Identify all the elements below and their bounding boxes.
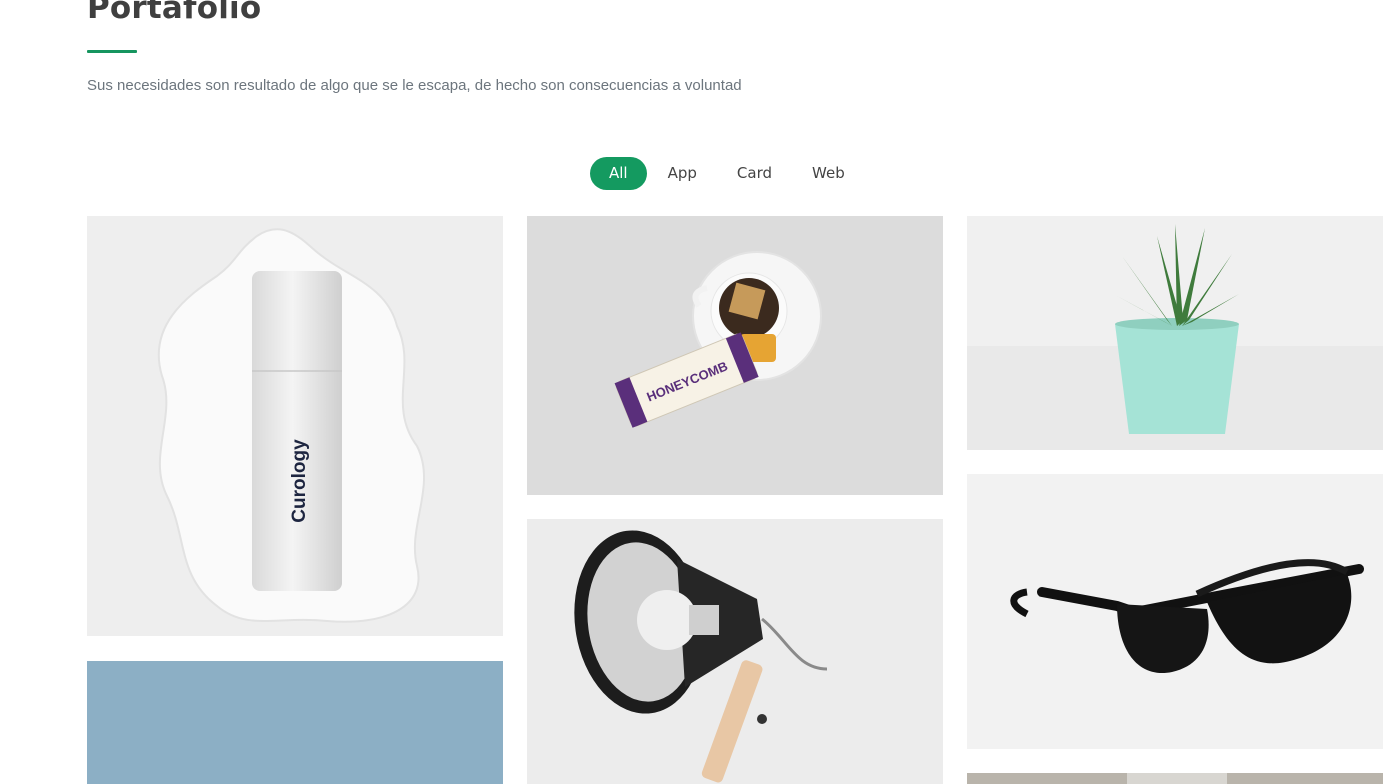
title-underline bbox=[87, 50, 137, 53]
curology-logo: Curology bbox=[289, 439, 310, 523]
portfolio-item-blue-backdrop[interactable] bbox=[87, 661, 503, 784]
section-title: Portafolio bbox=[87, 0, 262, 26]
tea-cup-image: HONEYCOMB bbox=[527, 216, 943, 495]
portfolio-filters: All App Card Web bbox=[590, 157, 866, 190]
filter-card[interactable]: Card bbox=[718, 157, 791, 190]
portfolio-item-partial-photo[interactable] bbox=[967, 773, 1383, 784]
portfolio-item-tea-cup-honeycomb[interactable]: HONEYCOMB bbox=[527, 216, 943, 495]
blue-backdrop-image bbox=[87, 661, 503, 784]
partial-photo-image bbox=[967, 773, 1383, 784]
filter-web[interactable]: Web bbox=[793, 157, 864, 190]
portfolio-item-potted-succulent[interactable] bbox=[967, 216, 1383, 450]
cream-bottle-image: Curology bbox=[87, 216, 503, 636]
sunglasses-image bbox=[967, 474, 1383, 749]
portfolio-item-black-sunglasses[interactable] bbox=[967, 474, 1383, 749]
portfolio-item-cream-bottle[interactable]: Curology bbox=[87, 216, 503, 636]
filter-app[interactable]: App bbox=[649, 157, 716, 190]
portfolio-item-desk-lamp[interactable] bbox=[527, 519, 943, 784]
filter-all[interactable]: All bbox=[590, 157, 647, 190]
desk-lamp-image bbox=[527, 519, 943, 784]
succulent-image bbox=[967, 216, 1383, 450]
section-subtitle: Sus necesidades son resultado de algo qu… bbox=[87, 77, 742, 94]
